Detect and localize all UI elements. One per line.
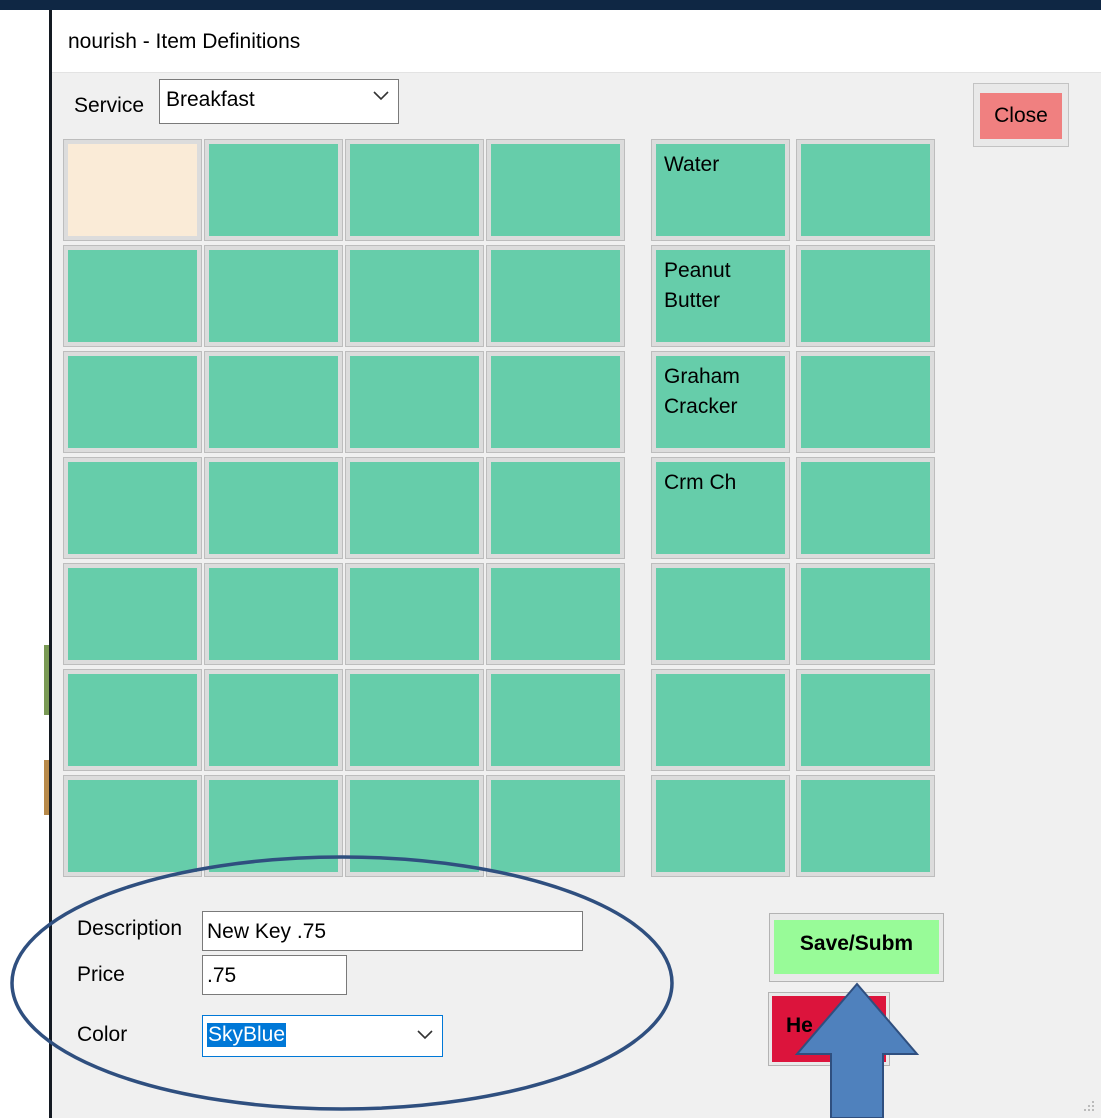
save-button-label: Save/Subm: [774, 920, 939, 974]
item-key[interactable]: Peanut Butter: [651, 245, 790, 347]
item-key[interactable]: [63, 669, 202, 771]
close-button-label: Close: [980, 93, 1062, 139]
window-title: nourish - Item Definitions: [68, 30, 301, 53]
item-key[interactable]: [204, 457, 343, 559]
color-select[interactable]: SkyBlue: [202, 1015, 443, 1057]
resize-grip-icon[interactable]: [1083, 1100, 1095, 1112]
item-key[interactable]: Crm Ch: [651, 457, 790, 559]
item-key[interactable]: [204, 351, 343, 453]
description-field[interactable]: New Key .75: [202, 911, 583, 951]
item-key[interactable]: [486, 775, 625, 877]
item-key[interactable]: [486, 669, 625, 771]
item-key[interactable]: [204, 669, 343, 771]
description-label: Description: [77, 917, 183, 940]
item-key[interactable]: [345, 351, 484, 453]
item-key[interactable]: [204, 775, 343, 877]
screen-top-border: [0, 0, 1101, 10]
key-label: Crm Ch: [664, 471, 737, 494]
key-label: Peanut Butter: [664, 259, 737, 312]
item-key[interactable]: [345, 669, 484, 771]
service-select-value: Breakfast: [166, 88, 255, 111]
key-label: Water: [664, 153, 720, 176]
item-key[interactable]: [63, 457, 202, 559]
item-key[interactable]: [63, 351, 202, 453]
key-label: Graham Cracker: [664, 365, 746, 418]
item-key[interactable]: Water: [651, 139, 790, 241]
save-submit-button[interactable]: Save/Subm: [769, 913, 944, 982]
item-definitions-window: nourish - Item Definitions Service Break…: [52, 10, 1101, 1118]
item-key[interactable]: [796, 563, 935, 665]
chevron-down-icon: [417, 1030, 433, 1040]
item-key[interactable]: Graham Cracker: [651, 351, 790, 453]
item-key[interactable]: [651, 775, 790, 877]
help-button-label: He: [786, 1014, 813, 1037]
item-key[interactable]: [486, 457, 625, 559]
item-key[interactable]: [204, 563, 343, 665]
item-key[interactable]: [486, 351, 625, 453]
color-select-value: SkyBlue: [207, 1023, 287, 1047]
item-key[interactable]: [63, 563, 202, 665]
item-key[interactable]: [345, 245, 484, 347]
price-field[interactable]: .75: [202, 955, 347, 995]
item-key[interactable]: [796, 457, 935, 559]
chevron-down-icon: [373, 91, 389, 101]
item-key[interactable]: [486, 245, 625, 347]
item-key[interactable]: [345, 563, 484, 665]
color-label: Color: [77, 1023, 128, 1046]
item-key[interactable]: [345, 775, 484, 877]
service-select[interactable]: Breakfast: [159, 79, 399, 124]
item-key[interactable]: [204, 139, 343, 241]
price-label: Price: [77, 963, 125, 986]
price-field-value: .75: [207, 964, 237, 987]
item-key[interactable]: [63, 139, 202, 241]
help-button[interactable]: He: [768, 992, 890, 1066]
item-key[interactable]: [486, 563, 625, 665]
item-key[interactable]: [204, 245, 343, 347]
close-button[interactable]: Close: [973, 83, 1069, 147]
item-key[interactable]: [796, 351, 935, 453]
item-key[interactable]: [796, 245, 935, 347]
description-field-value: New Key .75: [207, 920, 327, 943]
item-key[interactable]: [796, 139, 935, 241]
item-key[interactable]: [63, 775, 202, 877]
item-key[interactable]: [345, 139, 484, 241]
item-key[interactable]: [651, 669, 790, 771]
service-label: Service: [74, 94, 145, 117]
item-key[interactable]: [651, 563, 790, 665]
item-key[interactable]: [345, 457, 484, 559]
item-key[interactable]: [486, 139, 625, 241]
item-key[interactable]: [796, 669, 935, 771]
item-key[interactable]: [796, 775, 935, 877]
item-key[interactable]: [63, 245, 202, 347]
background-window-edge: [0, 10, 50, 1118]
title-bar[interactable]: nourish - Item Definitions: [52, 10, 1101, 73]
